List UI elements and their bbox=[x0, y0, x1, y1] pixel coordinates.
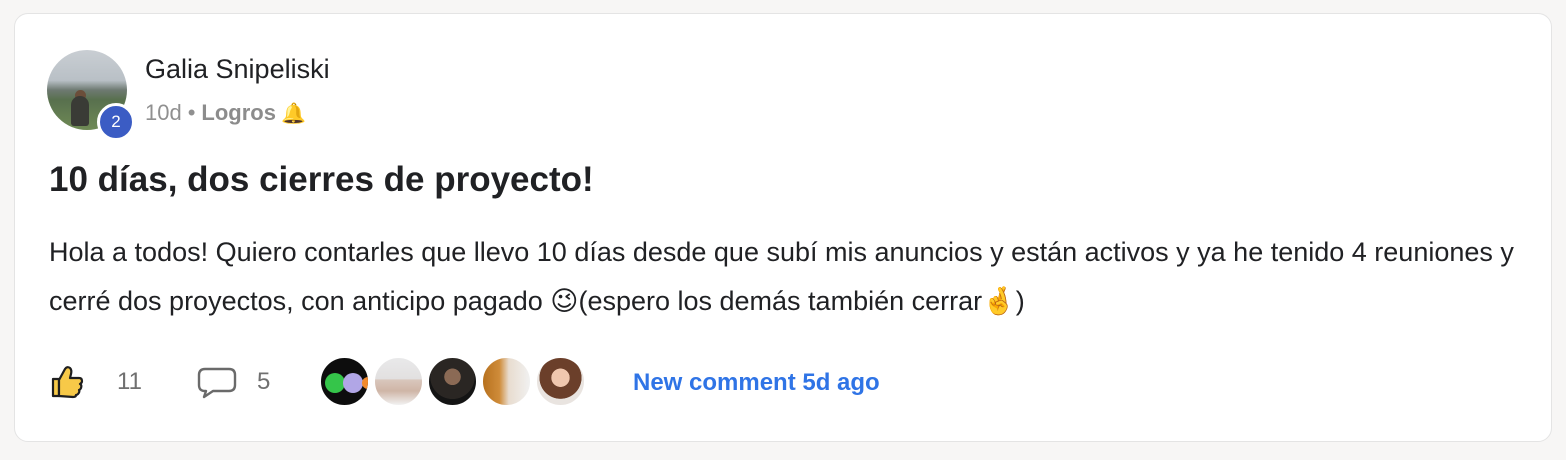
comment-count: 5 bbox=[257, 368, 271, 395]
post-time: 10d bbox=[145, 100, 182, 125]
commenter-avatar[interactable] bbox=[535, 356, 586, 407]
avatar-photo-person bbox=[71, 96, 89, 126]
post-body: Hola a todos! Quiero contarles que llevo… bbox=[49, 237, 1514, 316]
like-count: 11 bbox=[117, 368, 142, 395]
level-badge: 2 bbox=[97, 103, 135, 141]
post-title[interactable]: 10 días, dos cierres de proyecto! bbox=[49, 160, 594, 200]
post-footer: 11 5 New comment 5d ago bbox=[49, 356, 1529, 408]
bell-icon: 🔔 bbox=[280, 102, 306, 125]
thumbs-up-icon[interactable] bbox=[49, 364, 85, 400]
commenter-avatar[interactable] bbox=[427, 356, 478, 407]
post-meta: 10d • Logros 🔔 bbox=[145, 100, 306, 126]
author-avatar-wrapper[interactable]: 2 bbox=[47, 50, 135, 141]
post-category[interactable]: Logros bbox=[201, 100, 276, 126]
new-comment-link[interactable]: New comment 5d ago bbox=[633, 369, 880, 397]
comment-icon[interactable] bbox=[197, 366, 237, 400]
commenter-avatar[interactable] bbox=[373, 356, 424, 407]
post-card[interactable]: 2 Galia Snipeliski 10d • Logros 🔔 10 día… bbox=[14, 13, 1552, 442]
commenter-avatar[interactable] bbox=[481, 356, 532, 407]
author-name[interactable]: Galia Snipeliski bbox=[145, 54, 330, 85]
commenter-avatar[interactable] bbox=[319, 356, 370, 407]
logo-dot-green bbox=[325, 373, 345, 393]
logo-dot-purple bbox=[343, 373, 363, 393]
meta-separator: • bbox=[187, 100, 196, 125]
logo-dot-orange bbox=[362, 377, 368, 389]
